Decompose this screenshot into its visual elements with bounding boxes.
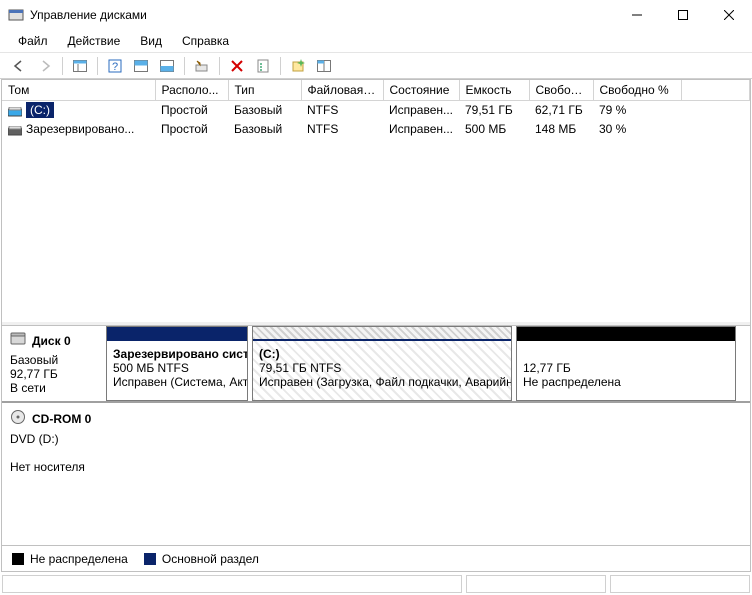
volume-icon — [8, 125, 22, 135]
partition[interactable]: Зарезервировано системой500 МБ NTFSИспра… — [106, 326, 248, 401]
col-free[interactable]: Свобод... — [529, 80, 593, 101]
col-status[interactable]: Состояние — [383, 80, 459, 101]
table-row[interactable]: (C:)ПростойБазовыйNTFSИсправен...79,51 Г… — [2, 101, 750, 120]
disk-icon — [10, 332, 26, 349]
view-bottom-button[interactable] — [155, 55, 179, 77]
status-pane-3 — [610, 575, 750, 593]
minimize-button[interactable] — [614, 0, 660, 30]
menu-help[interactable]: Справка — [172, 32, 239, 50]
partition-body: (C:)79,51 ГБ NTFSИсправен (Загрузка, Фай… — [253, 341, 511, 400]
disk-row[interactable]: CD-ROM 0DVD (D:)Нет носителя — [2, 403, 750, 480]
app-icon — [8, 7, 24, 23]
volume-icon — [8, 106, 22, 116]
graphical-view: Диск 0Базовый92,77 ГБВ сетиЗарезервирова… — [2, 325, 750, 545]
statusbar — [0, 573, 752, 595]
col-fs[interactable]: Файловая с... — [301, 80, 383, 101]
show-hide-tree-button[interactable] — [68, 55, 92, 77]
disk-icon — [10, 409, 26, 428]
forward-button[interactable] — [33, 55, 57, 77]
delete-button[interactable] — [225, 55, 249, 77]
partition-stripe — [517, 327, 735, 341]
partition[interactable]: (C:)79,51 ГБ NTFSИсправен (Загрузка, Фай… — [252, 326, 512, 401]
close-button[interactable] — [706, 0, 752, 30]
svg-text:?: ? — [112, 61, 118, 73]
legend: Не распределена Основной раздел — [2, 545, 750, 571]
maximize-button[interactable] — [660, 0, 706, 30]
col-type[interactable]: Тип — [228, 80, 301, 101]
status-pane-main — [2, 575, 462, 593]
window-title: Управление дисками — [30, 8, 147, 22]
table-row[interactable]: Зарезервировано...ПростойБазовыйNTFSИспр… — [2, 120, 750, 139]
column-header-row[interactable]: Том Располо... Тип Файловая с... Состоян… — [2, 80, 750, 101]
new-button[interactable] — [286, 55, 310, 77]
partition-stripe — [107, 327, 247, 341]
disk-header: Диск 0Базовый92,77 ГБВ сети — [2, 326, 104, 401]
legend-unallocated: Не распределена — [12, 552, 128, 566]
partition-body: Зарезервировано системой500 МБ NTFSИспра… — [107, 341, 247, 400]
partition[interactable]: 12,77 ГБНе распределена — [516, 326, 736, 401]
disk-row[interactable]: Диск 0Базовый92,77 ГБВ сетиЗарезервирова… — [2, 326, 750, 403]
legend-primary: Основной раздел — [144, 552, 259, 566]
settings-button[interactable] — [190, 55, 214, 77]
partition-body: 12,77 ГБНе распределена — [517, 341, 735, 400]
col-spacer — [681, 80, 750, 101]
menubar: Файл Действие Вид Справка — [0, 30, 752, 52]
content-area: Том Располо... Тип Файловая с... Состоян… — [1, 79, 751, 572]
status-pane-2 — [466, 575, 606, 593]
partition-stripe — [253, 327, 511, 341]
col-layout[interactable]: Располо... — [155, 80, 228, 101]
titlebar: Управление дисками — [0, 0, 752, 30]
help-button[interactable]: ? — [103, 55, 127, 77]
disk-header: CD-ROM 0DVD (D:)Нет носителя — [2, 403, 104, 480]
back-button[interactable] — [7, 55, 31, 77]
layout-button[interactable] — [312, 55, 336, 77]
col-freepct[interactable]: Свободно % — [593, 80, 681, 101]
properties-button[interactable] — [251, 55, 275, 77]
toolbar: ? — [0, 53, 752, 79]
menu-action[interactable]: Действие — [58, 32, 131, 50]
col-volume[interactable]: Том — [2, 80, 155, 101]
menu-file[interactable]: Файл — [8, 32, 58, 50]
col-capacity[interactable]: Емкость — [459, 80, 529, 101]
menu-view[interactable]: Вид — [130, 32, 172, 50]
disk-partitions — [104, 403, 750, 480]
volume-list[interactable]: Том Располо... Тип Файловая с... Состоян… — [2, 80, 750, 325]
view-top-button[interactable] — [129, 55, 153, 77]
disk-partitions: Зарезервировано системой500 МБ NTFSИспра… — [104, 326, 750, 401]
